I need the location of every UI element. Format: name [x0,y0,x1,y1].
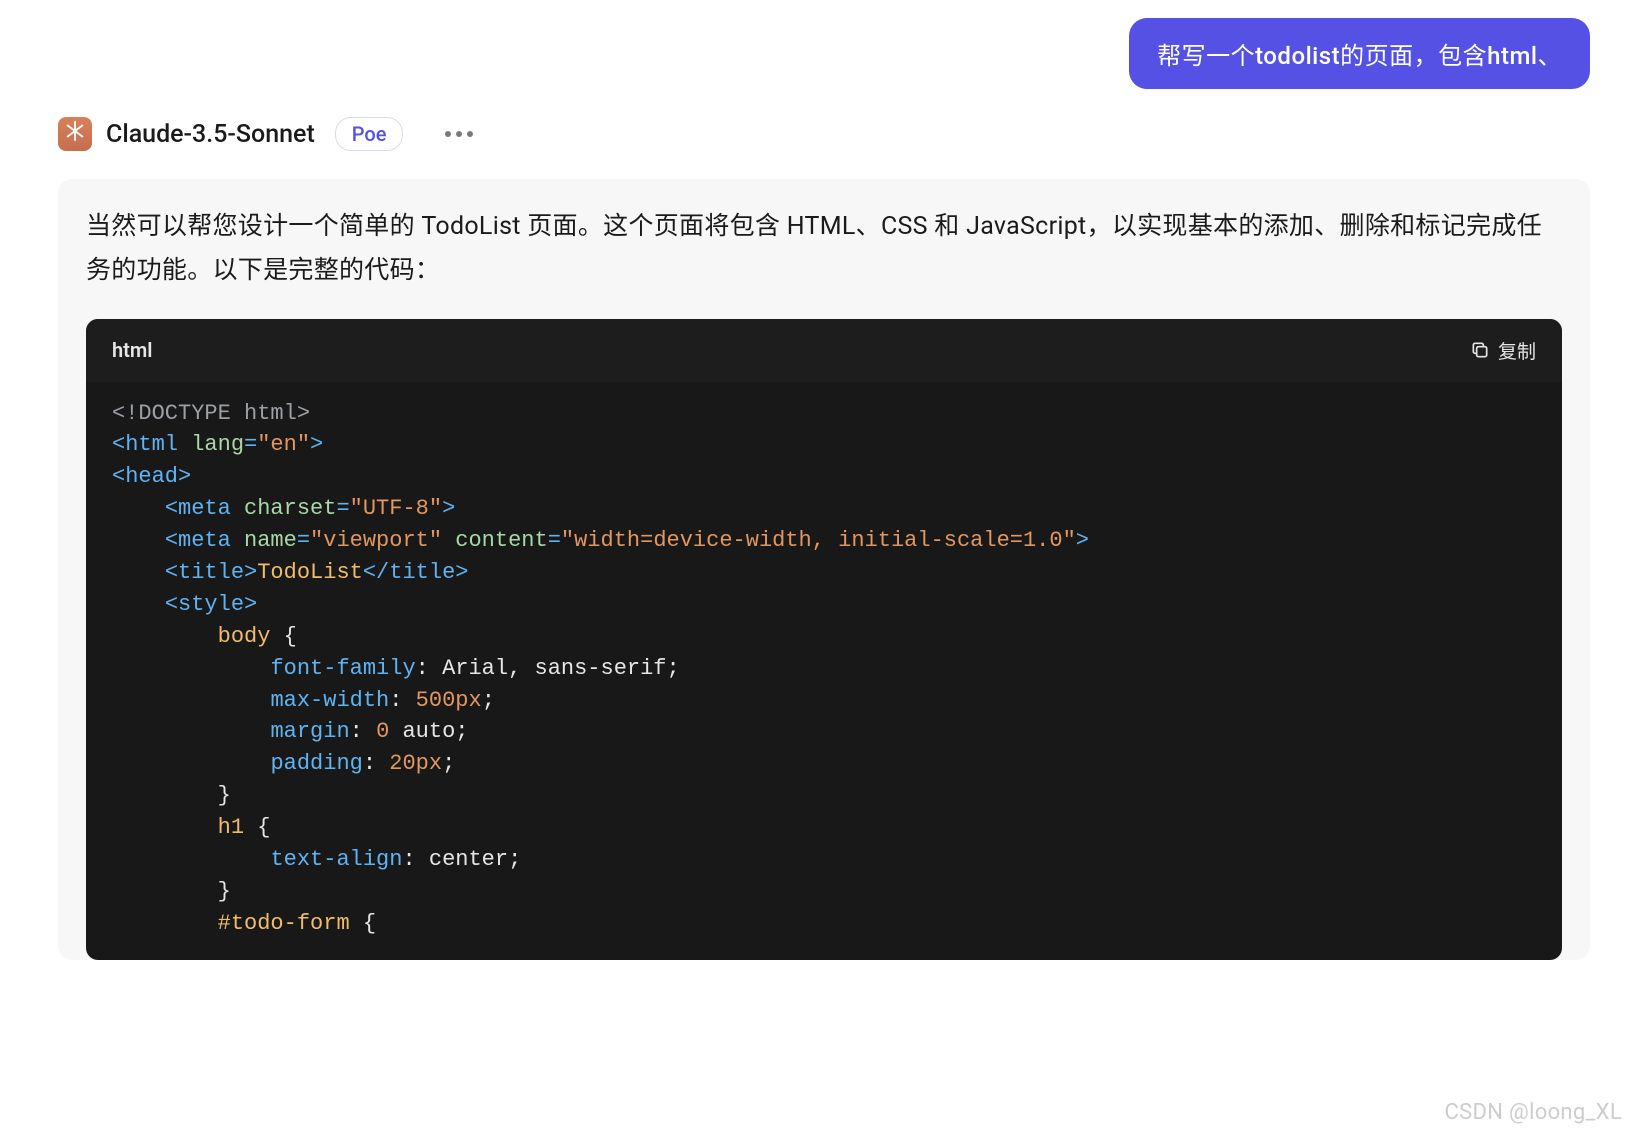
user-message-text: 帮写一个todolist的页面，包含html、 [1157,42,1562,70]
more-options-button[interactable] [435,125,483,143]
assistant-response: 当然可以帮您设计一个简单的 TodoList 页面。这个页面将包含 HTML、C… [58,179,1590,960]
ellipsis-icon [456,131,462,137]
watermark: CSDN @loong_XL [1445,1100,1622,1125]
copy-label: 复制 [1498,337,1536,364]
poe-badge[interactable]: Poe [335,117,404,151]
copy-icon [1470,340,1490,360]
code-block-header: html 复制 [86,319,1562,382]
user-message-row: 帮写一个todolist的页面，包含html、 [0,0,1640,107]
ellipsis-icon [445,131,451,137]
response-intro-text: 当然可以帮您设计一个简单的 TodoList 页面。这个页面将包含 HTML、C… [86,205,1562,293]
ellipsis-icon [467,131,473,137]
assistant-avatar[interactable] [58,117,92,151]
user-message-bubble[interactable]: 帮写一个todolist的页面，包含html、 [1129,18,1590,89]
code-language-label: html [112,338,152,362]
copy-button[interactable]: 复制 [1470,337,1536,364]
code-block: html 复制 <!DOCTYPE html> <html lang="en">… [86,319,1562,960]
assistant-header: Claude-3.5-Sonnet Poe [0,107,1640,161]
code-content[interactable]: <!DOCTYPE html> <html lang="en"> <head> … [86,382,1562,960]
assistant-name[interactable]: Claude-3.5-Sonnet [106,120,315,149]
asterisk-icon [64,120,86,148]
